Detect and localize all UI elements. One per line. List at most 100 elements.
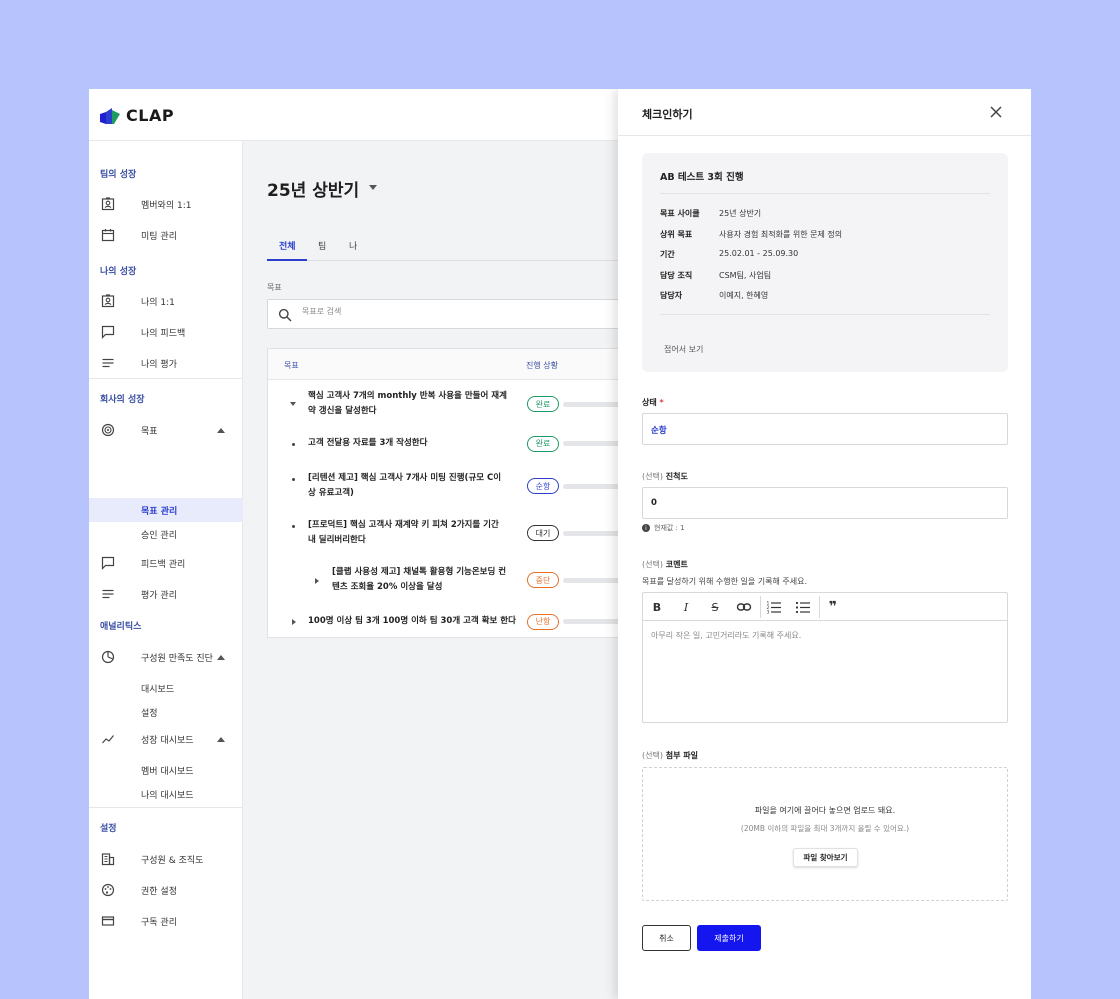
submit-button[interactable]: 제출하기 bbox=[697, 925, 761, 951]
sidebar-subitem-goal-manage[interactable]: 목표 관리 bbox=[89, 498, 243, 522]
sidebar-item-label: 미팅 관리 bbox=[141, 231, 177, 242]
search-icon bbox=[278, 308, 292, 322]
chevron-up-icon bbox=[217, 427, 225, 433]
sidebar-subitem-approval[interactable]: 승인 관리 bbox=[89, 522, 243, 546]
sidebar-item-subscription[interactable]: 구독 관리 bbox=[89, 908, 243, 934]
sidebar-subitem-dashboard[interactable]: 대시보드 bbox=[89, 676, 243, 700]
section-title-settings: 설정 bbox=[100, 824, 117, 834]
goal-text: [클랩 사용성 제고] 채널톡 활용형 기능온보딩 컨텐츠 조회율 20% 이상… bbox=[332, 567, 507, 592]
sidebar-item-label: 권한 설정 bbox=[141, 886, 177, 897]
active-tab-indicator bbox=[267, 259, 307, 261]
optional-tag: (선택) bbox=[642, 560, 663, 569]
strikethrough-icon[interactable]: S bbox=[707, 599, 723, 615]
section-title-my: 나의 성장 bbox=[100, 267, 137, 277]
status-badge: 대기 bbox=[527, 525, 559, 541]
sidebar-subitem-my-dashboard[interactable]: 나의 대시보드 bbox=[89, 782, 243, 806]
sidebar-item-label: 나의 피드백 bbox=[141, 328, 186, 339]
sidebar-item-label: 멤버 대시보드 bbox=[141, 766, 194, 777]
status-badge: 완료 bbox=[527, 435, 559, 452]
sidebar-item-feedback-manage[interactable]: 피드백 관리 bbox=[89, 550, 243, 576]
sidebar-item-my-feedback[interactable]: 나의 피드백 bbox=[89, 319, 243, 345]
toolbar-separator bbox=[760, 596, 761, 618]
info-key: 상위 목표 bbox=[660, 230, 693, 239]
tab-all[interactable]: 전체 bbox=[279, 239, 296, 252]
sidebar-subitem-settings[interactable]: 설정 bbox=[89, 700, 243, 724]
search-label: 목표 bbox=[267, 283, 282, 292]
logo[interactable]: CLAP bbox=[100, 106, 174, 125]
id-badge-icon bbox=[101, 294, 115, 308]
info-value: 이예지, 한혜영 bbox=[719, 291, 769, 300]
status-badge: 완료 bbox=[527, 396, 559, 412]
period-selector[interactable]: 25년 상반기 bbox=[267, 176, 359, 201]
comment-description: 목표를 달성하기 위해 수행한 일을 기록해 주세요. bbox=[642, 577, 807, 586]
bullet-list-icon[interactable] bbox=[795, 599, 811, 615]
checkin-panel: 체크인하기 AB 테스트 3회 진행 목표 사이클 25년 상반기 상위 목표 … bbox=[618, 89, 1031, 999]
comment-label-text: 코멘트 bbox=[665, 560, 688, 569]
italic-icon[interactable]: I bbox=[678, 599, 694, 615]
search-input[interactable] bbox=[302, 307, 602, 316]
drop-subtext: (20MB 이하의 파일을 최대 3개까지 올릴 수 있어요.) bbox=[740, 824, 910, 833]
sidebar-subitem-member-dashboard[interactable]: 멤버 대시보드 bbox=[89, 758, 243, 782]
column-header-progress: 진행 상황 bbox=[526, 361, 558, 370]
sidebar-item-label: 승인 관리 bbox=[141, 530, 177, 541]
palette-icon bbox=[101, 883, 115, 897]
svg-text:3: 3 bbox=[767, 610, 770, 616]
info-value: 25년 상반기 bbox=[719, 209, 762, 218]
progress-bar bbox=[563, 441, 623, 446]
tab-me[interactable]: 나 bbox=[349, 239, 357, 252]
collapse-link[interactable]: 접어서 보기 bbox=[664, 344, 703, 355]
chevron-down-icon[interactable] bbox=[290, 402, 296, 406]
sidebar-item-org[interactable]: 구성원 & 조직도 bbox=[89, 846, 243, 872]
chevron-right-icon[interactable] bbox=[292, 619, 296, 625]
tab-team[interactable]: 팀 bbox=[318, 239, 326, 252]
bold-icon[interactable]: B bbox=[649, 599, 665, 615]
cancel-button[interactable]: 취소 bbox=[642, 925, 691, 951]
link-icon[interactable] bbox=[736, 599, 752, 615]
chevron-down-icon[interactable] bbox=[369, 185, 377, 190]
status-select[interactable]: 순항 bbox=[642, 413, 1008, 445]
sidebar-item-permissions[interactable]: 권한 설정 bbox=[89, 877, 243, 903]
sidebar-item-my-eval[interactable]: 나의 평가 bbox=[89, 350, 243, 376]
sidebar: 팀의 성장 멤버와의 1:1 미팅 관리 나의 성장 나의 1:1 나의 피드백… bbox=[89, 141, 243, 999]
drop-text: 파일을 여기에 끌어다 놓으면 업로드 돼요. bbox=[754, 806, 896, 815]
sidebar-item-goals[interactable]: 목표 bbox=[89, 417, 243, 443]
sidebar-item-meeting[interactable]: 미팅 관리 bbox=[89, 222, 243, 248]
sidebar-item-eval-manage[interactable]: 평가 관리 bbox=[89, 581, 243, 607]
sidebar-item-label: 목표 관리 bbox=[141, 506, 178, 517]
comment-placeholder[interactable]: 아무리 작은 일, 고민거리라도 기록해 주세요. bbox=[651, 630, 801, 641]
sidebar-item-label: 평가 관리 bbox=[141, 590, 177, 601]
progress-label-text: 진척도 bbox=[665, 472, 688, 481]
file-drop-zone[interactable]: 파일을 여기에 끌어다 놓으면 업로드 돼요. (20MB 이하의 파일을 최대… bbox=[642, 767, 1008, 901]
sidebar-item-member-1on1[interactable]: 멤버와의 1:1 bbox=[89, 191, 243, 217]
sidebar-item-growth-dashboard[interactable]: 성장 대시보드 bbox=[89, 726, 243, 752]
building-icon bbox=[101, 853, 115, 866]
sidebar-item-satisfaction[interactable]: 구성원 만족도 진단 bbox=[89, 644, 243, 670]
find-file-button[interactable]: 파일 찾아보기 bbox=[793, 848, 858, 867]
sidebar-item-my-1on1[interactable]: 나의 1:1 bbox=[89, 288, 243, 314]
id-badge-icon bbox=[101, 197, 115, 211]
goal-title: AB 테스트 3회 진행 bbox=[660, 172, 744, 183]
status-badge: 순항 bbox=[527, 478, 559, 494]
bullet-dot bbox=[292, 478, 295, 481]
list-lines-icon bbox=[102, 589, 114, 599]
comment-editor: B I S 123 ❞ 아무리 작은 일, 고민거리라도 기록해 주세요. bbox=[642, 592, 1008, 723]
sidebar-item-label: 멤버와의 1:1 bbox=[141, 200, 192, 211]
progress-bar bbox=[563, 483, 623, 489]
close-icon[interactable] bbox=[989, 105, 1003, 119]
bullet-dot bbox=[292, 525, 295, 528]
goal-text: [프로덕트] 핵심 고객사 재계약 키 피쳐 2가지를 기간 내 딜리버리한다 bbox=[308, 520, 499, 545]
chevron-right-icon[interactable] bbox=[315, 578, 319, 584]
progress-input[interactable]: 0 bbox=[642, 487, 1008, 519]
sidebar-item-label: 구성원 만족도 진단 bbox=[141, 653, 213, 664]
logo-text: CLAP bbox=[126, 106, 175, 125]
sidebar-item-label: 성장 대시보드 bbox=[141, 735, 194, 746]
progress-value: 0 bbox=[651, 498, 657, 508]
quote-icon[interactable]: ❞ bbox=[825, 599, 841, 615]
status-label-text: 상태 bbox=[642, 398, 657, 407]
info-key: 기간 bbox=[660, 250, 675, 259]
ordered-list-icon[interactable]: 123 bbox=[766, 599, 782, 615]
info-icon: i bbox=[642, 524, 650, 532]
panel-title: 체크인하기 bbox=[642, 108, 693, 121]
file-label-text: 첨부 파일 bbox=[665, 751, 698, 760]
editor-toolbar: B I S 123 ❞ bbox=[643, 593, 1007, 621]
